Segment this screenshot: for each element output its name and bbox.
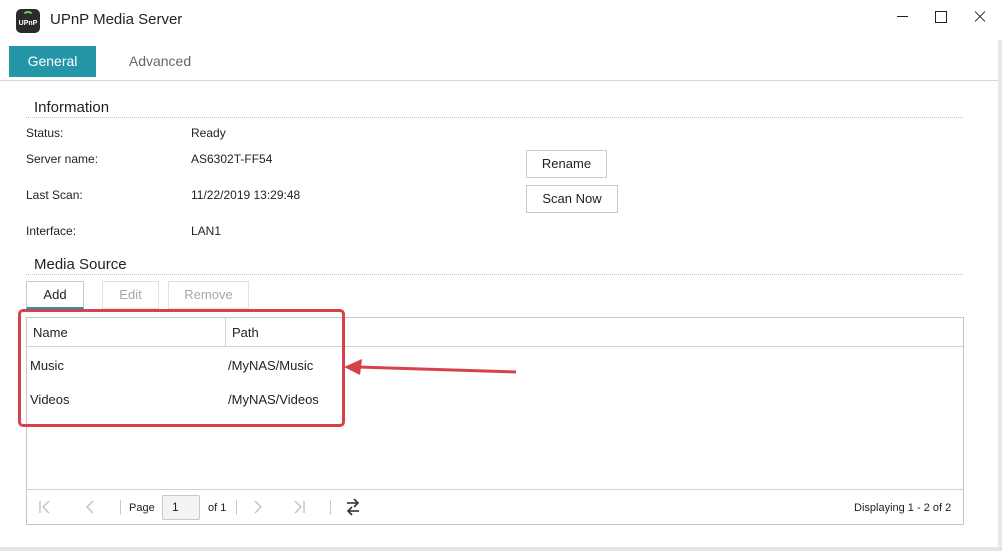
page-label: Page (129, 502, 155, 514)
scan-now-button[interactable]: Scan Now (526, 185, 618, 213)
window-title: UPnP Media Server (50, 11, 183, 28)
media-source-divider (26, 274, 963, 275)
tab-advanced[interactable]: Advanced (114, 46, 206, 77)
pager-separator (120, 500, 121, 515)
edit-button[interactable]: Edit (102, 281, 159, 309)
remove-button[interactable]: Remove (168, 281, 249, 309)
server-name-label: Server name: (26, 152, 99, 166)
rename-button[interactable]: Rename (526, 150, 607, 178)
prev-page-icon[interactable] (84, 499, 96, 515)
display-count-text: Displaying 1 - 2 of 2 (854, 502, 952, 514)
refresh-icon[interactable] (345, 498, 361, 516)
media-source-heading: Media Source (34, 256, 127, 273)
last-scan-value: 11/22/2019 13:29:48 (191, 188, 301, 202)
minimize-icon[interactable] (888, 6, 918, 28)
maximize-icon[interactable] (926, 6, 956, 28)
title-bar: UPnP UPnP Media Server (0, 0, 1002, 36)
annotation-arrow-icon (344, 359, 517, 375)
status-label: Status: (26, 126, 64, 140)
add-button[interactable]: Add (26, 281, 84, 309)
status-value: Ready (191, 126, 226, 140)
first-page-icon[interactable] (38, 499, 52, 515)
tab-divider (0, 80, 1002, 81)
window-bottom-edge (0, 547, 1002, 551)
last-scan-label: Last Scan: (26, 188, 83, 202)
information-heading: Information (34, 99, 110, 116)
interface-value: LAN1 (191, 224, 222, 238)
close-icon[interactable] (965, 6, 995, 28)
annotation-highlight-box (18, 309, 345, 427)
server-name-value: AS6302T-FF54 (191, 152, 273, 166)
last-page-icon[interactable] (292, 499, 306, 515)
interface-label: Interface: (26, 224, 77, 238)
page-count-label: of 1 (208, 502, 227, 514)
pager-separator (330, 500, 331, 515)
grid-pager: Page 1 of 1 Displaying 1 - 2 of 2 (27, 489, 963, 524)
upnp-app-icon: UPnP (16, 9, 40, 33)
tab-general[interactable]: General (9, 46, 96, 77)
next-page-icon[interactable] (252, 499, 264, 515)
page-number-input[interactable]: 1 (162, 495, 200, 520)
information-divider (26, 117, 963, 118)
window-right-edge (998, 40, 1002, 551)
upnp-window: UPnP UPnP Media Server General Advanced … (0, 0, 1002, 551)
pager-separator (236, 500, 237, 515)
